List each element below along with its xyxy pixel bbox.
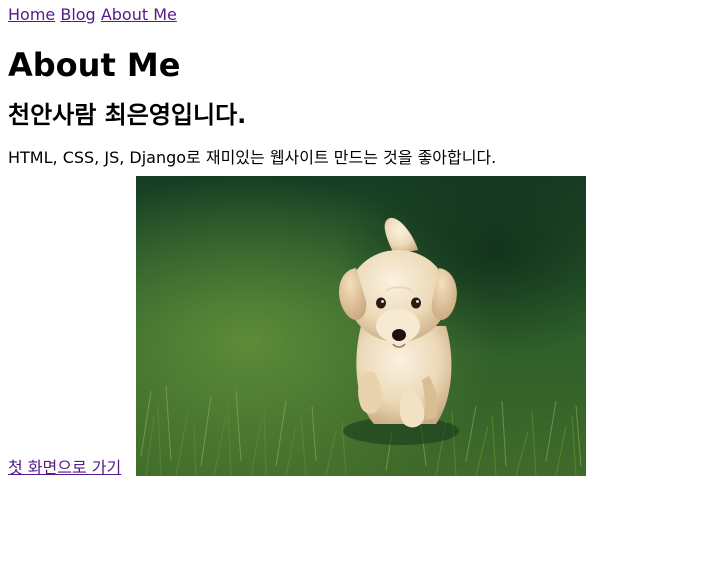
puppy-image [136, 176, 586, 476]
image-row: 첫 화면으로 가기 [8, 176, 714, 478]
page-subtitle: 천안사람 최은영입니다. [8, 101, 247, 129]
page: Home Blog About Me About Me 천안사람 최은영입니다.… [0, 0, 722, 478]
top-nav: Home Blog About Me [8, 0, 714, 25]
intro-text: HTML, CSS, JS, Django로 재미있는 웹사이트 만드는 것을 … [8, 148, 497, 167]
nav-link-about-me[interactable]: About Me [101, 5, 177, 24]
nav-link-blog[interactable]: Blog [60, 5, 95, 24]
nav-link-home[interactable]: Home [8, 5, 55, 24]
page-title: About Me [8, 46, 181, 84]
back-to-home-link[interactable]: 첫 화면으로 가기 [8, 458, 121, 478]
